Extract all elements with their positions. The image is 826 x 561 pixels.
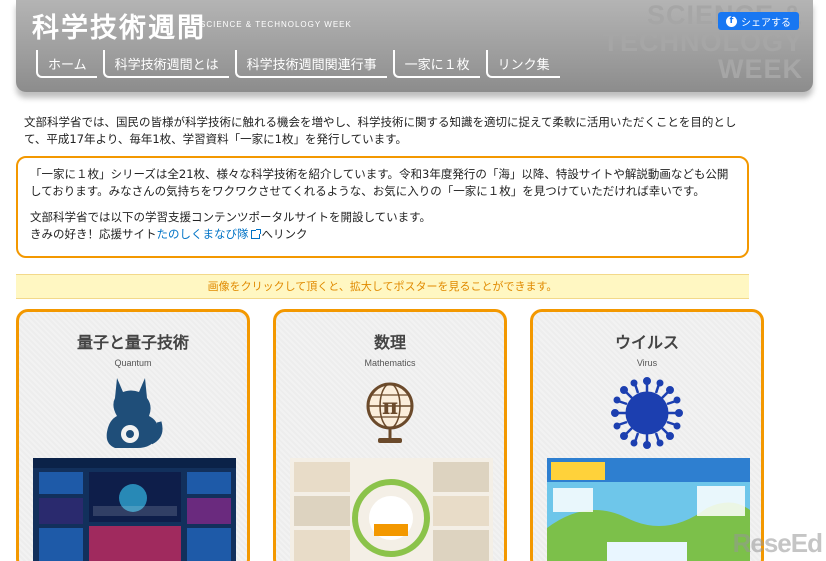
site-header: SCIENCE & TECHNOLOGY WEEK 科学技術週間 SCIENCE…	[16, 0, 813, 92]
share-label: シェアする	[741, 17, 791, 29]
facebook-share-button[interactable]: f シェアする	[718, 12, 799, 30]
card-subtitle: Virus	[636, 358, 658, 368]
facebook-icon: f	[726, 15, 737, 27]
external-link-icon	[250, 229, 261, 239]
series-info-box: 「一家に１枚」シリーズは全21枚、様々な科学技術を紹介しています。令和3年度発行…	[16, 156, 749, 258]
poster-card-quantum[interactable]: 量子と量子技術 Quantum	[16, 309, 250, 561]
card-subtitle: Quantum	[114, 358, 152, 368]
nav-item-home[interactable]: ホーム	[36, 50, 97, 78]
nav-item-events[interactable]: 科学技術週間関連行事	[234, 50, 387, 78]
portal-description: 文部科学省では以下の学習支援コンテンツポータルサイトを開設しています。 きみの好…	[30, 210, 432, 241]
pi-globe-icon: π	[366, 382, 414, 443]
card-title: 数理	[373, 333, 406, 352]
quantum-cat-icon	[106, 378, 163, 448]
poster-card-virus[interactable]: ウイルス Virus	[530, 309, 764, 561]
svg-text:π: π	[382, 394, 398, 420]
mathematics-poster-image[interactable]	[290, 458, 493, 561]
poster-click-notice: 画像をクリックして頂くと、拡大してポスターを見ることができます。	[16, 274, 749, 299]
card-title: ウイルス	[614, 333, 679, 352]
poster-card-mathematics[interactable]: 数理 Mathematics π	[273, 309, 507, 561]
nav-item-links[interactable]: リンク集	[485, 50, 560, 78]
intro-text: 文部科学省では、国民の皆様が科学技術に触れる機会を増やし、科学技術に関する知識を…	[24, 115, 737, 146]
quantum-poster-image[interactable]	[33, 458, 236, 561]
nav-item-about[interactable]: 科学技術週間とは	[102, 50, 229, 78]
series-description: 「一家に１枚」シリーズは全21枚、様々な科学技術を紹介しています。令和3年度発行…	[30, 167, 729, 198]
virus-poster-image[interactable]	[547, 458, 750, 561]
tanoshiku-manabitai-link[interactable]: たのしくまなび隊	[157, 227, 249, 241]
site-logo-subtitle: SCIENCE & TECHNOLOGY WEEK	[200, 20, 352, 29]
virus-icon	[611, 377, 683, 449]
nav-item-ikka-ni-ichimai[interactable]: 一家に１枚	[392, 50, 480, 78]
site-logo[interactable]: 科学技術週間	[32, 6, 206, 45]
card-subtitle: Mathematics	[364, 358, 416, 368]
reseed-watermark: ReseEd	[732, 528, 823, 558]
card-title: 量子と量子技術	[76, 333, 189, 352]
main-nav: ホーム 科学技術週間とは 科学技術週間関連行事 一家に１枚 リンク集	[36, 50, 566, 78]
